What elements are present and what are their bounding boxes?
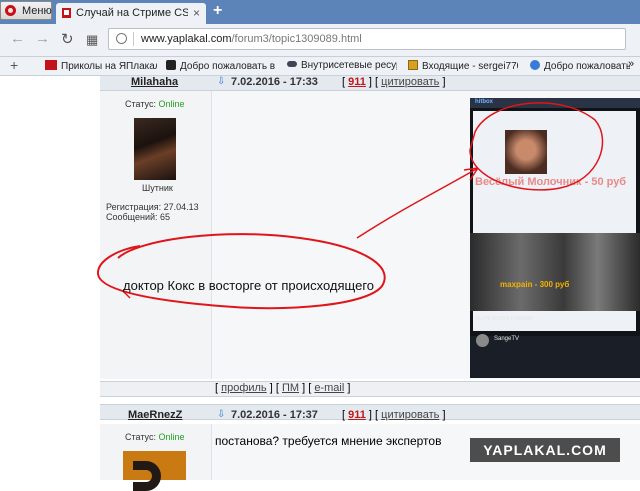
post-pin-icon: ⇩ xyxy=(217,409,226,420)
annotation-ellipse xyxy=(97,233,386,310)
email-link[interactable]: e-mail xyxy=(314,382,344,394)
status-label: Статус: xyxy=(125,432,156,442)
post-actions: [ 911 ] [ цитировать ] xyxy=(342,409,446,421)
status-line: Статус: Online xyxy=(125,432,184,442)
post-text: постанова? требуется мнение экспертов xyxy=(215,434,442,448)
annotation-arrow xyxy=(356,167,479,239)
status-value: Online xyxy=(158,432,185,442)
avatar xyxy=(123,451,186,491)
post-footer-links: [ профиль ] [ ПМ ] [ e-mail ] xyxy=(215,382,351,394)
post-author-link[interactable]: MaeRnezZ xyxy=(128,409,182,421)
profile-link[interactable]: профиль xyxy=(221,382,267,394)
annotation-text: доктор Кокс в восторге от происходящего xyxy=(123,278,375,293)
post-date: 7.02.2016 - 17:37 xyxy=(231,409,318,421)
post-number-link[interactable]: 911 xyxy=(348,409,366,421)
watermark: YAPLAKAL.COM xyxy=(470,438,620,462)
annotation-circle-face xyxy=(469,102,604,191)
pm-link[interactable]: ПМ xyxy=(282,382,299,394)
quote-link[interactable]: цитировать xyxy=(381,409,439,421)
post-footer xyxy=(100,381,640,397)
